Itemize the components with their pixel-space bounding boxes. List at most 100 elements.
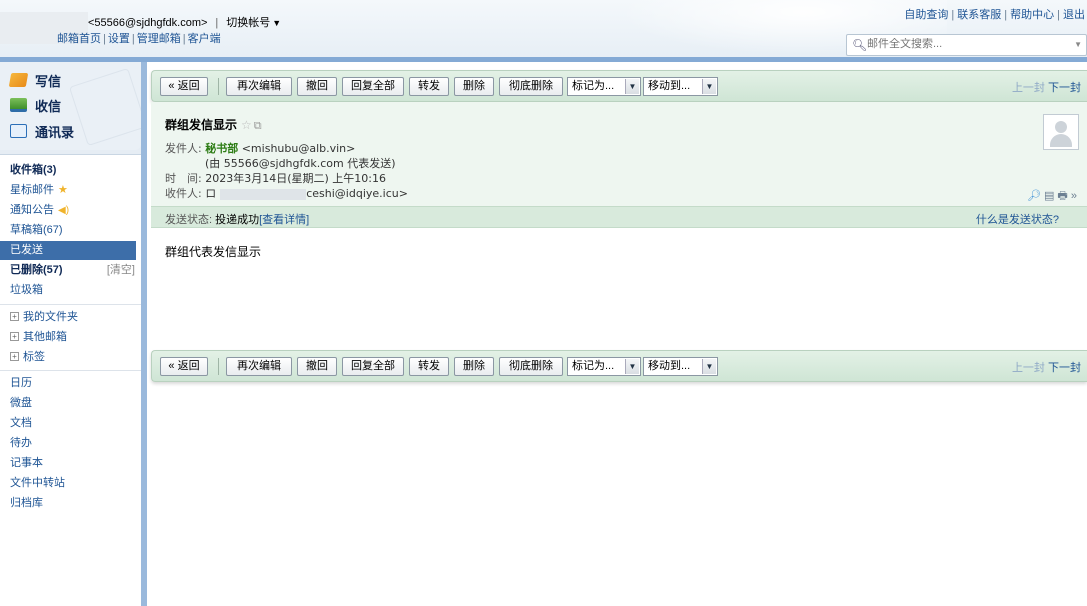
- mail-tools: 🔎︎ ▤ 🖶︎ »: [1027, 187, 1077, 206]
- chevron-down-icon: ▼: [702, 79, 716, 94]
- sender-line: 发件人: 秘书部 <mishubu@alb.vin>: [165, 142, 356, 155]
- more-chevron-icon[interactable]: »: [1071, 190, 1077, 202]
- recipient-email[interactable]: ceshi@idqiye.icu>: [306, 187, 408, 200]
- mailbox-home-link[interactable]: 邮箱首页: [57, 33, 101, 45]
- app-file-transfer[interactable]: 文件中转站: [0, 474, 141, 493]
- search-icon: 🔍︎: [852, 38, 868, 52]
- divider: [0, 304, 141, 305]
- mark-as-select[interactable]: 标记为... ▼: [567, 77, 641, 96]
- search-input[interactable]: [867, 38, 1057, 50]
- folder-list: 收件箱(3) 星标邮件 ★ 通知公告 ◀) 草稿箱(67) 已发送 已删除(57)[…: [0, 154, 141, 606]
- app-docs[interactable]: 文档: [0, 414, 141, 433]
- sidebar: 写信 收信 通讯录 收件箱(3) 星标邮件 ★ 通知公告 ◀) 草稿箱(67) 已发…: [0, 62, 148, 606]
- app-notepad[interactable]: 记事本: [0, 454, 141, 473]
- recall-button[interactable]: 撤回: [297, 357, 337, 376]
- next-mail-link[interactable]: 下一封: [1048, 82, 1081, 94]
- account-info: <55566@sjdhgfdk.com> | 切换帐号 ▼: [88, 14, 281, 30]
- top-links: 自助查询 | 联系客服 | 帮助中心 | 退出: [904, 9, 1085, 21]
- settings-link[interactable]: 设置: [108, 33, 130, 45]
- edit-again-button[interactable]: 再次编辑: [226, 357, 292, 376]
- write-mail-button[interactable]: 写信: [8, 70, 61, 90]
- delivery-status-bar: 发送状态: 投递成功[查看详情] 什么是发送状态?: [151, 206, 1087, 228]
- move-to-select[interactable]: 移动到... ▼: [643, 77, 718, 96]
- status-label: 发送状态:: [165, 214, 213, 226]
- switch-account-link[interactable]: 切换帐号 ▼: [226, 17, 281, 29]
- print-icon[interactable]: 🖶︎: [1057, 190, 1067, 202]
- expand-icon: +: [10, 311, 19, 321]
- mail-header: 群组发信显示 ☆ ⧉ 发件人: 秘书部 <mishubu@alb.vin> (由 5…: [151, 102, 1087, 206]
- folder-deleted[interactable]: 已删除(57) [清空]: [0, 261, 141, 280]
- back-button[interactable]: « 返回: [160, 77, 208, 96]
- folder-announcements[interactable]: 通知公告 ◀): [0, 201, 141, 220]
- mark-as-select[interactable]: 标记为... ▼: [567, 357, 641, 376]
- back-button[interactable]: « 返回: [160, 357, 208, 376]
- contacts-button[interactable]: 通讯录: [10, 121, 74, 141]
- delete-button[interactable]: 删除: [454, 77, 494, 96]
- chat-search-icon[interactable]: 🔎︎: [1027, 190, 1041, 202]
- reply-all-button[interactable]: 回复全部: [342, 357, 404, 376]
- forward-button[interactable]: 转发: [409, 77, 449, 96]
- delete-forever-button[interactable]: 彻底删除: [499, 77, 563, 96]
- group-tags[interactable]: + 标签: [0, 348, 141, 367]
- note-icon[interactable]: ▤: [1044, 190, 1054, 202]
- mail-links: 邮箱首页 | 设置 | 管理邮箱 | 客户端: [57, 33, 221, 45]
- group-other-mailboxes[interactable]: + 其他邮箱: [0, 328, 141, 347]
- client-link[interactable]: 客户端: [188, 33, 221, 45]
- contact-card-icon: [10, 124, 27, 138]
- delete-button[interactable]: 删除: [454, 357, 494, 376]
- manage-mailbox-link[interactable]: 管理邮箱: [137, 33, 181, 45]
- receive-mail-button[interactable]: 收信: [10, 95, 61, 115]
- quick-actions: 写信 收信 通讯录: [0, 62, 148, 150]
- app-calendar[interactable]: 日历: [0, 374, 141, 393]
- top-toolbar: « 返回 再次编辑 撤回 回复全部 转发 删除 彻底删除 标记为... ▼ 移动到…: [151, 70, 1087, 102]
- prev-mail-link[interactable]: 上一封: [1012, 82, 1045, 94]
- separator: |: [215, 17, 219, 29]
- self-service-link[interactable]: 自助查询: [904, 9, 948, 21]
- reply-all-button[interactable]: 回复全部: [342, 77, 404, 96]
- app-disk[interactable]: 微盘: [0, 394, 141, 413]
- folder-starred[interactable]: 星标邮件 ★: [0, 181, 141, 200]
- forward-button[interactable]: 转发: [409, 357, 449, 376]
- next-mail-link[interactable]: 下一封: [1048, 362, 1081, 374]
- mail-navigation: 上一封 下一封: [1012, 79, 1081, 95]
- empty-trash-link[interactable]: [清空]: [107, 261, 135, 280]
- speaker-icon: ◀): [58, 205, 70, 216]
- search-box[interactable]: 🔍︎ ▼: [846, 34, 1087, 56]
- caret-down-icon: ▼: [272, 18, 282, 28]
- prev-mail-link[interactable]: 上一封: [1012, 362, 1045, 374]
- folder-drafts[interactable]: 草稿箱(67): [0, 221, 141, 240]
- search-dropdown-icon[interactable]: ▼: [1074, 40, 1082, 49]
- move-to-select[interactable]: 移动到... ▼: [643, 357, 718, 376]
- customer-service-link[interactable]: 联系客服: [957, 9, 1001, 21]
- group-my-folders[interactable]: + 我的文件夹: [0, 308, 141, 327]
- chevron-down-icon: ▼: [702, 359, 716, 374]
- new-window-icon[interactable]: ⧉: [254, 120, 262, 132]
- folder-sent[interactable]: 已发送: [0, 241, 136, 260]
- star-outline-icon[interactable]: ☆: [241, 118, 252, 132]
- sender-avatar: [1043, 114, 1079, 150]
- app-todo[interactable]: 待办: [0, 434, 141, 453]
- help-center-link[interactable]: 帮助中心: [1010, 9, 1054, 21]
- mail-navigation: 上一封 下一封: [1012, 359, 1081, 375]
- top-header: <55566@sjdhgfdk.com> | 切换帐号 ▼ 邮箱首页 | 设置 | 管理邮箱 |…: [0, 0, 1087, 62]
- pencil-icon: [8, 73, 29, 87]
- sender-name[interactable]: 秘书部: [205, 143, 238, 155]
- view-details-link[interactable]: [查看详情]: [259, 214, 309, 226]
- sender-email: <mishubu@alb.vin>: [241, 142, 356, 155]
- sent-time: 2023年3月14日(星期二) 上午10:16: [205, 172, 386, 185]
- what-is-status-link[interactable]: 什么是发送状态?: [976, 211, 1059, 227]
- envelope-decoration: [68, 67, 148, 147]
- expand-icon: +: [10, 331, 19, 341]
- expand-icon: +: [10, 351, 19, 361]
- mail-subject: 群组发信显示 ☆ ⧉: [165, 118, 262, 132]
- on-behalf-line: (由 55566@sjdhgfdk.com 代表发送): [205, 157, 396, 170]
- logout-link[interactable]: 退出: [1063, 9, 1085, 21]
- folder-spam[interactable]: 垃圾箱: [0, 281, 141, 300]
- delete-forever-button[interactable]: 彻底删除: [499, 357, 563, 376]
- time-line: 时 间: 2023年3月14日(星期二) 上午10:16: [165, 172, 386, 185]
- star-icon: ★: [58, 184, 68, 196]
- edit-again-button[interactable]: 再次编辑: [226, 77, 292, 96]
- folder-inbox[interactable]: 收件箱(3): [0, 161, 141, 180]
- app-archive[interactable]: 归档库: [0, 494, 141, 513]
- recall-button[interactable]: 撤回: [297, 77, 337, 96]
